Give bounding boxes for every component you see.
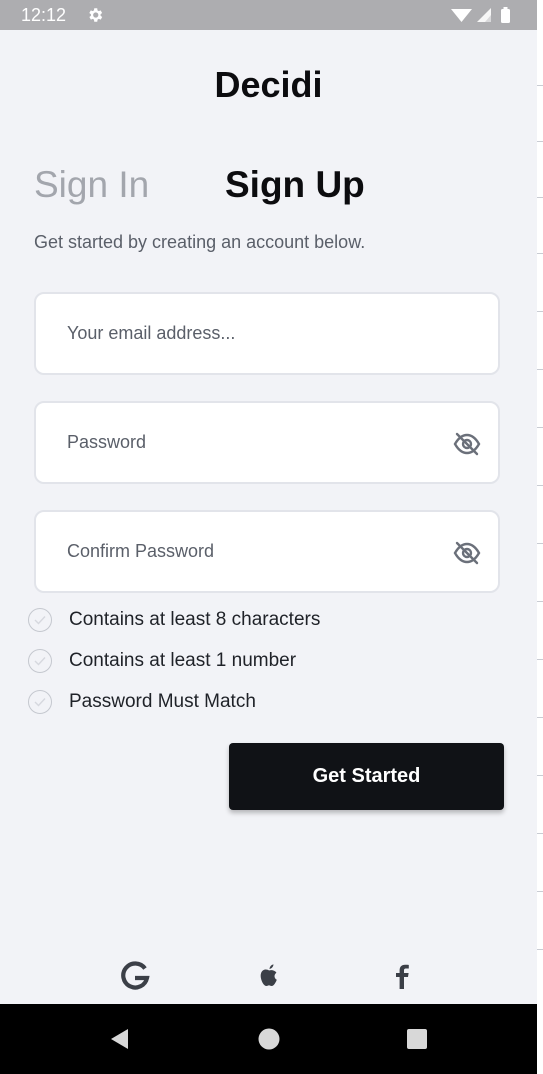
page-edge-tick xyxy=(537,601,543,602)
tab-sign-up[interactable]: Sign Up xyxy=(225,164,365,206)
email-field[interactable] xyxy=(34,292,500,375)
home-circle-icon[interactable] xyxy=(256,1026,282,1052)
requirement-item: Password Must Match xyxy=(28,690,428,718)
back-triangle-icon[interactable] xyxy=(107,1026,133,1052)
signal-icon xyxy=(477,8,491,22)
page-edge-tick xyxy=(537,485,543,486)
confirm-password-field[interactable] xyxy=(34,510,500,593)
page-edge-tick xyxy=(537,949,543,950)
confirm-password-input[interactable] xyxy=(67,512,447,591)
app-title: Decidi xyxy=(214,64,323,105)
page-edge-tick xyxy=(537,253,543,254)
status-time: 12:12 xyxy=(21,5,67,25)
subtitle: Get started by creating an account below… xyxy=(34,232,366,252)
check-circle-icon xyxy=(28,690,52,714)
page-edge-tick xyxy=(537,85,543,86)
battery-icon xyxy=(501,7,510,23)
requirement-item: Contains at least 8 characters xyxy=(28,608,428,636)
requirement-label: Contains at least 8 characters xyxy=(69,609,321,630)
page-edge-tick xyxy=(537,141,543,142)
check-circle-icon xyxy=(28,649,52,673)
email-input[interactable] xyxy=(67,294,447,373)
check-circle-icon xyxy=(28,608,52,632)
page-edge-tick xyxy=(537,833,543,834)
navigation-bar xyxy=(0,1004,537,1074)
recents-square-icon[interactable] xyxy=(404,1026,430,1052)
eye-off-icon[interactable] xyxy=(452,431,482,457)
requirement-label: Password Must Match xyxy=(69,691,256,712)
tab-sign-in[interactable]: Sign In xyxy=(34,164,149,206)
app-screen: 12:12 Decidi Sign In Sign Up Get started… xyxy=(0,0,537,1074)
password-field[interactable] xyxy=(34,401,500,484)
page-edge-tick xyxy=(537,369,543,370)
page-edge-tick xyxy=(537,659,543,660)
page-edge-tick xyxy=(537,891,543,892)
page-edge-tick xyxy=(537,543,543,544)
page-edge-tick xyxy=(537,717,543,718)
page-edge-tick xyxy=(537,197,543,198)
page-edge-tick xyxy=(537,427,543,428)
password-input[interactable] xyxy=(67,403,447,482)
page-edge xyxy=(537,0,543,1074)
apple-icon[interactable] xyxy=(249,956,289,996)
get-started-button[interactable]: Get Started xyxy=(229,743,504,810)
page-edge-tick xyxy=(537,311,543,312)
gear-icon xyxy=(86,6,104,24)
facebook-icon[interactable] xyxy=(382,956,422,996)
wifi-icon xyxy=(451,9,472,22)
page-edge-tick xyxy=(537,775,543,776)
eye-off-icon[interactable] xyxy=(452,540,482,566)
requirement-item: Contains at least 1 number xyxy=(28,649,428,677)
status-indicators xyxy=(449,6,519,24)
google-icon[interactable] xyxy=(115,956,155,996)
status-bar: 12:12 xyxy=(0,0,537,30)
requirement-label: Contains at least 1 number xyxy=(69,650,297,671)
